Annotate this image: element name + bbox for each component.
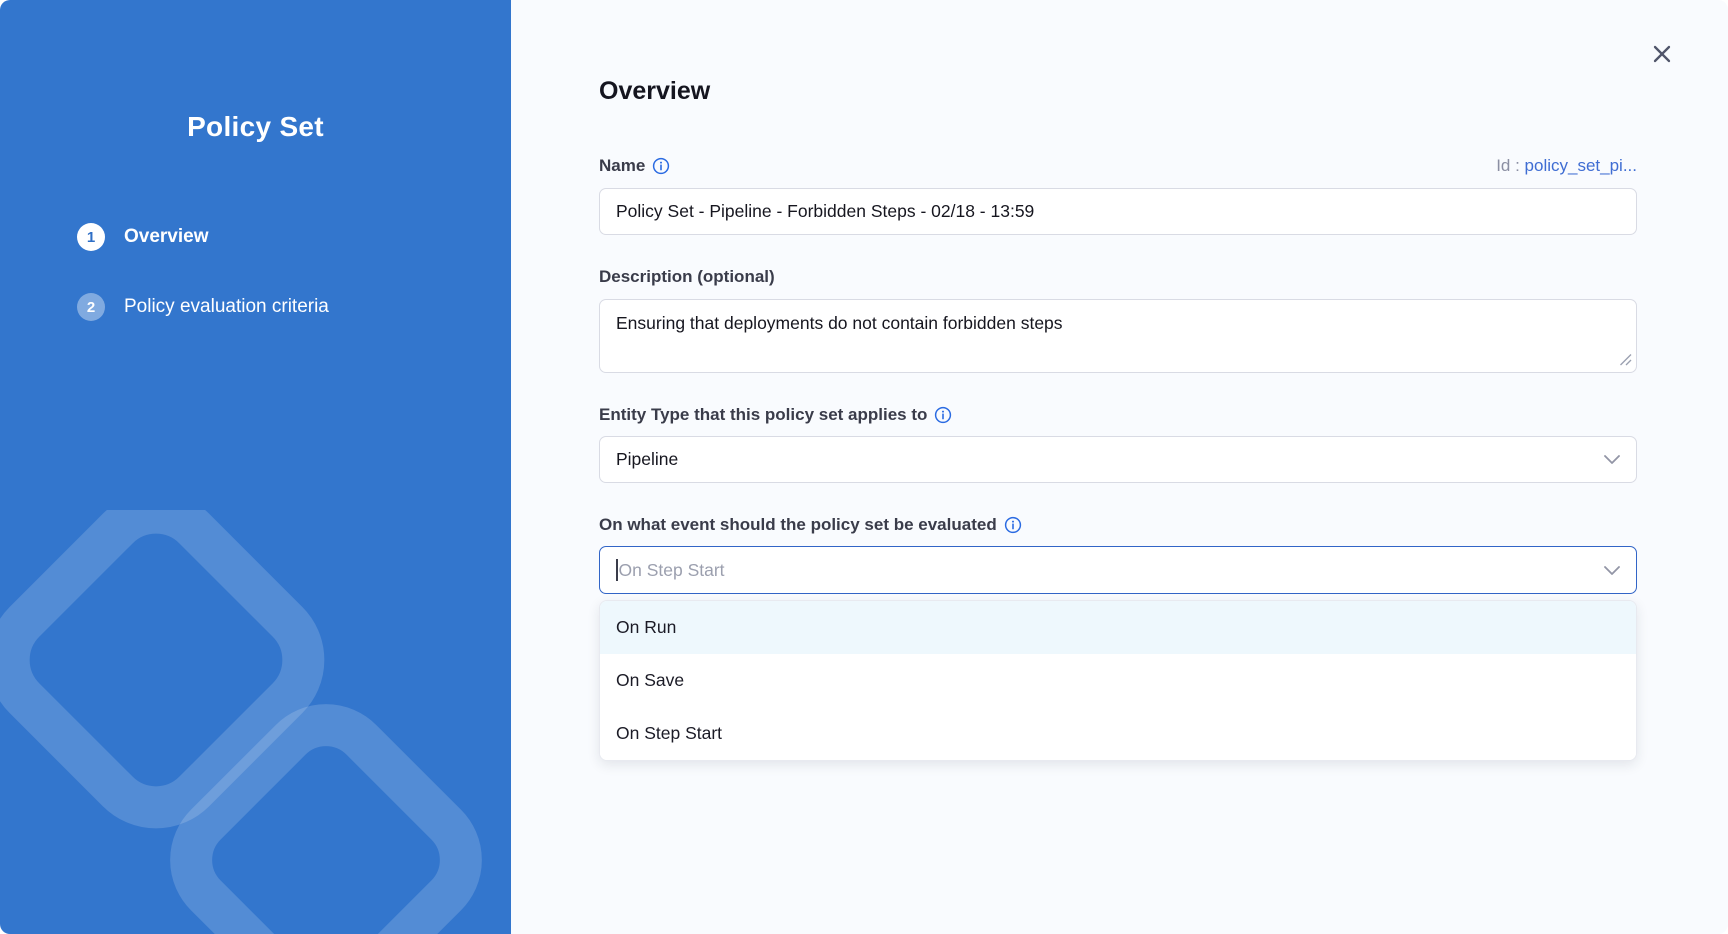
step-item-overview[interactable]: 1 Overview: [77, 223, 511, 251]
event-label: On what event should the policy set be e…: [599, 515, 1022, 535]
overview-form-panel: Overview Name Id : policy_set_pi... Desc…: [511, 0, 1728, 934]
step-number-badge: 1: [77, 223, 105, 251]
event-placeholder: On Step Start: [616, 559, 725, 581]
entity-type-label-text: Entity Type that this policy set applies…: [599, 405, 927, 425]
harness-logo-watermark-icon: [0, 510, 511, 934]
step-label: Overview: [124, 226, 209, 248]
resize-handle-icon[interactable]: [1619, 353, 1632, 366]
dropdown-option-on-save[interactable]: On Save: [600, 654, 1636, 707]
event-dropdown-menu: On Run On Save On Step Start: [599, 600, 1637, 761]
dropdown-option-on-run[interactable]: On Run: [600, 601, 1636, 654]
step-label: Policy evaluation criteria: [124, 296, 329, 318]
event-placeholder-text: On Step Start: [619, 560, 725, 581]
chevron-down-icon: [1604, 566, 1620, 575]
wizard-steps: 1 Overview 2 Policy evaluation criteria: [0, 223, 511, 321]
close-icon: [1651, 43, 1673, 65]
step-item-policy-evaluation-criteria[interactable]: 2 Policy evaluation criteria: [77, 293, 511, 321]
step-number-badge: 2: [77, 293, 105, 321]
description-label-text: Description (optional): [599, 267, 775, 287]
close-button[interactable]: [1648, 40, 1676, 68]
wizard-sidebar: Policy Set 1 Overview 2 Policy evaluatio…: [0, 0, 511, 934]
name-label: Name: [599, 156, 670, 176]
name-input[interactable]: [599, 188, 1637, 235]
info-icon[interactable]: [934, 406, 952, 424]
info-icon[interactable]: [652, 157, 670, 175]
event-label-text: On what event should the policy set be e…: [599, 515, 997, 535]
sidebar-title: Policy Set: [0, 112, 511, 142]
entity-type-select[interactable]: Pipeline: [599, 436, 1637, 483]
info-icon[interactable]: [1004, 516, 1022, 534]
id-label: Id :: [1496, 156, 1520, 175]
event-select-input[interactable]: On Step Start: [599, 546, 1637, 594]
page-title: Overview: [599, 76, 1637, 106]
dropdown-option-on-step-start[interactable]: On Step Start: [600, 707, 1636, 760]
policy-set-modal: Policy Set 1 Overview 2 Policy evaluatio…: [0, 0, 1728, 934]
description-label: Description (optional): [599, 267, 775, 287]
chevron-down-icon: [1604, 455, 1620, 464]
id-link[interactable]: policy_set_pi...: [1525, 156, 1637, 175]
name-label-text: Name: [599, 156, 645, 176]
entity-type-selected-value: Pipeline: [616, 449, 678, 470]
entity-type-label: Entity Type that this policy set applies…: [599, 405, 952, 425]
description-textarea[interactable]: Ensuring that deployments do not contain…: [599, 299, 1637, 373]
entity-id: Id : policy_set_pi...: [1496, 156, 1637, 176]
text-caret: [616, 559, 618, 581]
